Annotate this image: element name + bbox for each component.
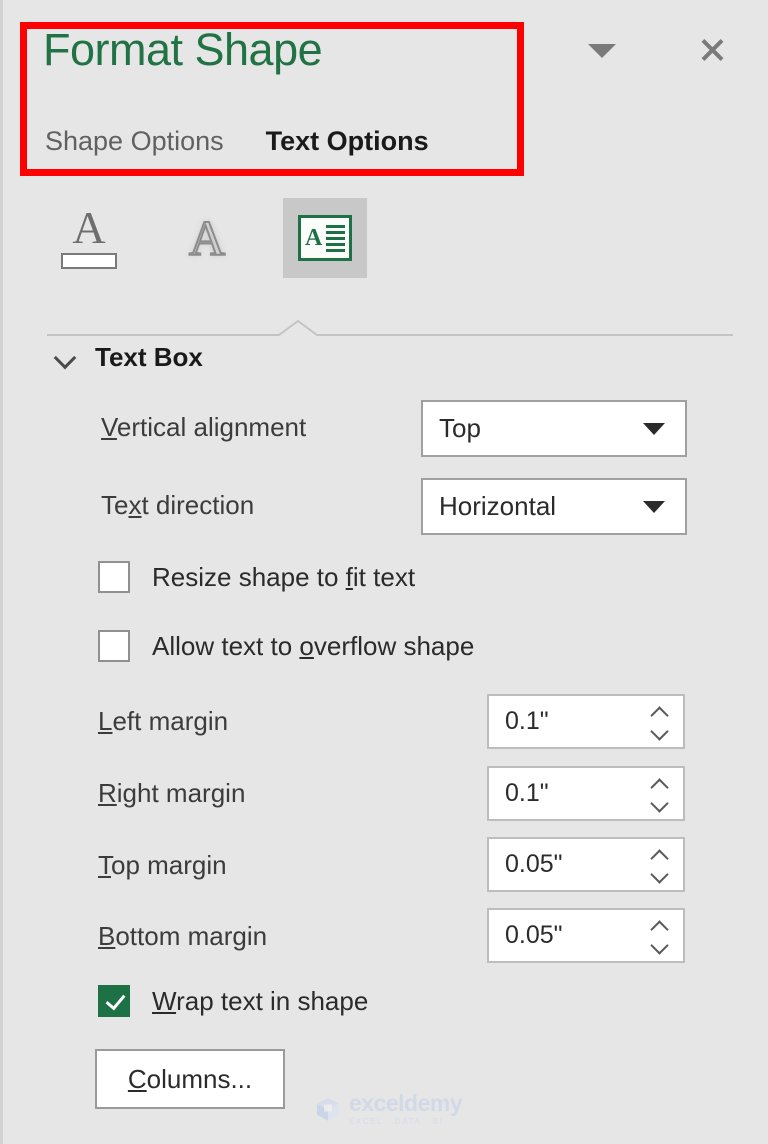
text-direction-dropdown[interactable]: Horizontal [421,478,687,535]
wrap-text-in-shape-row[interactable]: Wrap text in shape [98,985,368,1017]
text-direction-value: Horizontal [439,491,557,521]
text-direction-label: Text direction [101,490,255,520]
watermark-name: exceldemy [349,1090,463,1116]
top-margin-label: Top margin [98,850,227,880]
chevron-up-icon[interactable] [649,919,669,929]
bottom-margin-spinner-arrows[interactable] [641,910,677,961]
left-margin-spinner-arrows[interactable] [641,696,677,747]
section-header-text-box[interactable]: Text Box [55,342,203,373]
resize-shape-to-fit-text-checkbox[interactable] [98,561,130,593]
text-options-icon-strip: A A A [47,198,367,278]
text-box-icon-lines [326,224,345,252]
chevron-down-icon [55,347,77,369]
top-margin-stepper[interactable]: 0.05" [487,837,685,892]
right-margin-value: 0.1" [505,779,549,807]
vertical-alignment-dropdown[interactable]: Top [421,400,687,457]
left-margin-label: Left margin [98,706,229,736]
resize-shape-to-fit-text-label: Resize shape to fit text [152,561,416,592]
columns-button-label: Columns... [127,1063,253,1094]
chevron-up-icon[interactable] [649,705,669,715]
page-title: Format Shape [43,24,323,75]
watermark-text: exceldemy EXCEL · DATA · BI [349,1090,463,1126]
chevron-up-icon[interactable] [649,777,669,787]
watermark-logo: exceldemy EXCEL · DATA · BI [315,1090,463,1126]
text-fill-color-bar [61,253,117,269]
right-margin-spinner-arrows[interactable] [641,768,677,819]
close-icon [697,34,727,64]
bottom-margin-stepper[interactable]: 0.05" [487,908,685,963]
left-margin-stepper[interactable]: 0.1" [487,694,685,749]
wrap-text-in-shape-label: Wrap text in shape [152,985,369,1016]
text-effects-icon: A [188,209,226,267]
top-margin-value: 0.05" [505,850,563,878]
dropdown-arrow-icon [643,422,665,435]
wrap-text-in-shape-checkbox[interactable] [98,985,130,1017]
chevron-down-icon[interactable] [649,871,669,881]
chevron-down-icon[interactable] [649,800,669,810]
right-margin-stepper[interactable]: 0.1" [487,766,685,821]
chevron-down-icon[interactable] [649,728,669,738]
right-margin-label: Right margin [98,778,246,808]
top-margin-spinner-arrows[interactable] [641,839,677,890]
bottom-margin-label: Bottom margin [98,921,268,951]
text-box-icon: A [298,215,352,261]
chevron-down-icon [588,44,616,58]
text-fill-button[interactable]: A [47,198,131,278]
task-pane-options-button[interactable] [579,28,625,74]
allow-text-overflow-shape-checkbox[interactable] [98,630,130,662]
bottom-margin-value: 0.05" [505,921,563,949]
section-title: Text Box [95,342,203,372]
icon-strip-separator [47,320,733,338]
vertical-alignment-value: Top [439,413,481,443]
text-box-icon-letter: A [305,225,323,251]
text-fill-letter: A [72,202,106,253]
close-button[interactable] [689,26,735,72]
tab-bar: Shape Options Text Options [45,126,429,157]
chevron-up-icon[interactable] [649,848,669,858]
text-effects-button[interactable]: A [165,198,249,278]
format-shape-task-pane: Format Shape Shape Options Text Options … [0,0,768,1144]
dropdown-arrow-icon [643,500,665,513]
text-fill-icon: A [61,202,117,269]
chevron-down-icon[interactable] [649,942,669,952]
left-margin-value: 0.1" [505,707,549,735]
allow-text-overflow-shape-row[interactable]: Allow text to overflow shape [98,630,474,662]
tab-text-options[interactable]: Text Options [266,126,429,157]
cube-icon [316,1097,340,1121]
watermark-tagline: EXCEL · DATA · BI [349,1117,444,1126]
allow-text-overflow-shape-label: Allow text to overflow shape [152,630,475,661]
text-box-button[interactable]: A [283,198,367,278]
resize-shape-to-fit-text-row[interactable]: Resize shape to fit text [98,561,415,593]
columns-button[interactable]: Columns... [95,1049,285,1109]
vertical-alignment-label: Vertical alignment [101,412,307,442]
tab-shape-options[interactable]: Shape Options [45,126,224,157]
